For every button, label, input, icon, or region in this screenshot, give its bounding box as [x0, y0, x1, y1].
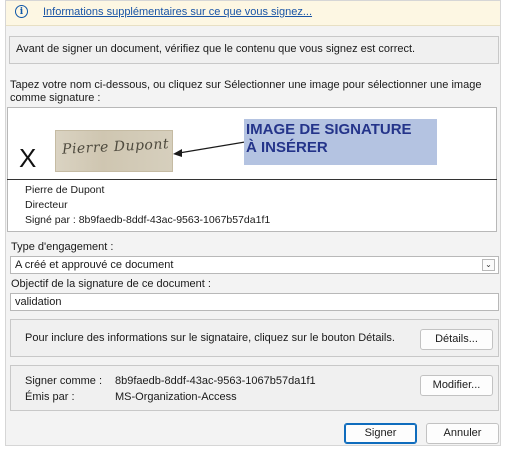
commitment-select[interactable]: A créé et approuvé ce document ⌄ [10, 256, 499, 274]
identity-box: Signer comme : 8b9faedb-8ddf-43ac-9563-1… [10, 365, 499, 411]
modify-button[interactable]: Modifier... [420, 375, 493, 396]
warning-text: Avant de signer un document, vérifiez qu… [16, 43, 416, 55]
purpose-label: Objectif de la signature de ce document … [11, 278, 211, 290]
issued-by-label: Émis par : [25, 391, 75, 403]
signer-name: Pierre de Dupont [25, 184, 105, 196]
more-info-link[interactable]: Informations supplémentaires sur ce que … [43, 6, 312, 18]
info-bar: i Informations supplémentaires sur ce qu… [6, 1, 500, 26]
signature-dialog: i Informations supplémentaires sur ce qu… [5, 0, 501, 446]
purpose-input[interactable]: validation [10, 293, 499, 311]
signature-callout: IMAGE DE SIGNATURE À INSÉRER [244, 119, 437, 165]
cancel-button[interactable]: Annuler [426, 423, 499, 444]
callout-arrow-icon [173, 141, 245, 157]
signature-image-text: Pierre Dupont [61, 136, 170, 158]
signature-line [7, 179, 497, 180]
details-button[interactable]: Détails... [420, 329, 493, 350]
details-box: Pour inclure des informations sur le sig… [10, 319, 499, 357]
sign-button[interactable]: Signer [344, 423, 417, 444]
signature-instruction: Tapez votre nom ci-dessous, ou cliquez s… [10, 79, 482, 104]
commitment-value: A créé et approuvé ce document [15, 259, 174, 271]
sign-as-value: 8b9faedb-8ddf-43ac-9563-1067b57da1f1 [115, 375, 316, 387]
issued-by-value: MS-Organization-Access [115, 391, 237, 403]
signature-x-mark: X [19, 143, 37, 173]
chevron-down-icon[interactable]: ⌄ [482, 259, 495, 271]
commitment-label: Type d'engagement : [11, 241, 114, 253]
purpose-value: validation [15, 296, 62, 308]
sign-as-label: Signer comme : [25, 375, 103, 387]
info-icon: i [15, 5, 28, 18]
warning-box: Avant de signer un document, vérifiez qu… [9, 36, 499, 64]
signature-callout-text: IMAGE DE SIGNATURE À INSÉRER [246, 121, 412, 156]
signature-image[interactable]: Pierre Dupont [55, 130, 173, 172]
signed-by: Signé par : 8b9faedb-8ddf-43ac-9563-1067… [25, 214, 271, 226]
details-text: Pour inclure des informations sur le sig… [25, 332, 395, 344]
signer-title: Directeur [25, 199, 68, 211]
